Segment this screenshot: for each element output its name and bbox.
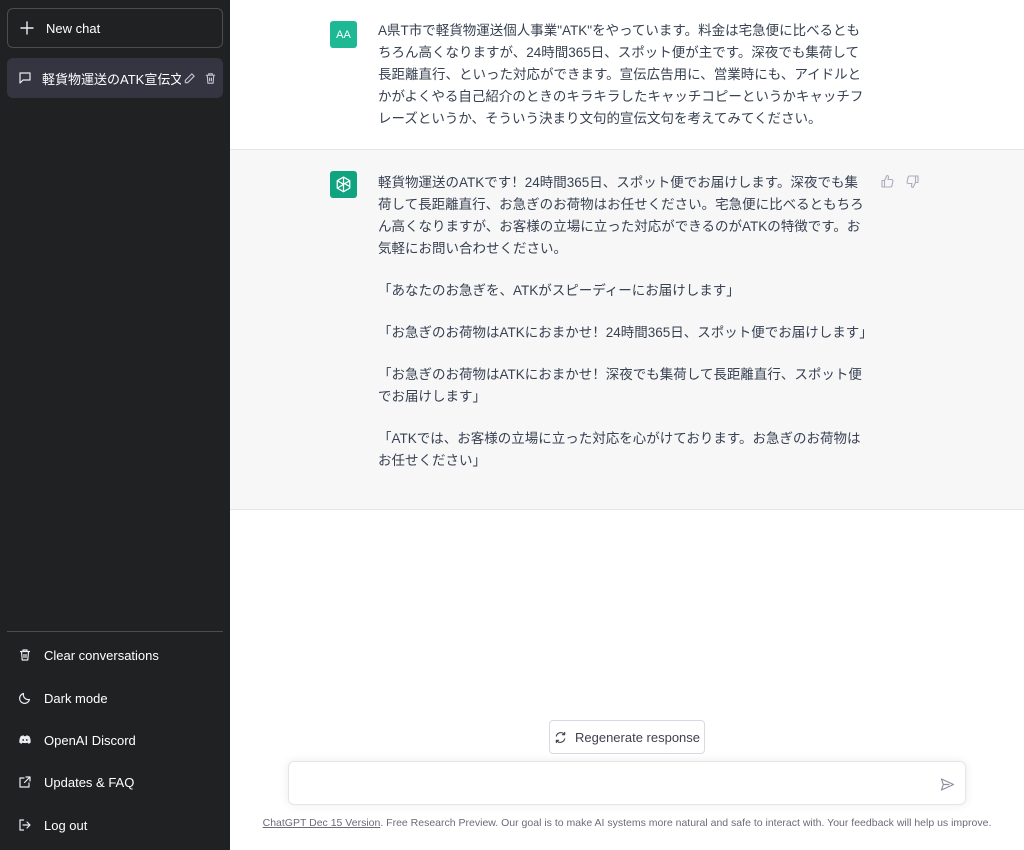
sidebar-divider [7,631,223,632]
dark-mode-button[interactable]: Dark mode [7,678,223,718]
plus-icon [20,21,34,35]
footer: ChatGPT Dec 15 Version. Free Research Pr… [230,817,1024,829]
chat-main: AA A県T市で軽貨物運送個人事業"ATK"をやっています。料金は宅急便に比べる… [230,0,1024,850]
regenerate-response-button[interactable]: Regenerate response [549,720,705,754]
trash-icon[interactable] [202,70,218,86]
external-link-icon [18,775,32,789]
sidebar: New chat 軽貨物運送のATK宣伝文 Clear conversation… [0,0,230,850]
thumbs-down-icon[interactable] [905,174,920,189]
openai-logo-icon [330,171,357,198]
logout-label: Log out [44,817,88,833]
discord-label: OpenAI Discord [44,732,136,748]
assistant-paragraph: 「あなたのお急ぎを、ATKがスピーディーにお届けします」 [378,283,740,298]
chat-bubble-icon [18,71,32,85]
send-icon[interactable] [940,777,955,792]
new-chat-label: New chat [46,20,101,36]
updates-faq-label: Updates & FAQ [44,774,135,790]
user-message-text: A県T市で軽貨物運送個人事業"ATK"をやっています。料金は宅急便に比べるともち… [378,23,864,126]
clear-conversations-label: Clear conversations [44,647,159,663]
regenerate-label: Regenerate response [574,729,701,745]
feedback-buttons [880,174,920,189]
discord-link[interactable]: OpenAI Discord [7,720,223,760]
conversation-item[interactable]: 軽貨物運送のATK宣伝文 [7,58,223,98]
assistant-paragraph: 「ATKでは、お客様の立場に立った対応を心がけております。お急ぎのお荷物はお任せ… [378,431,861,468]
user-message: AA A県T市で軽貨物運送個人事業"ATK"をやっています。料金は宅急便に比べる… [230,0,1024,150]
assistant-paragraph: 軽貨物運送のATKです！24時間365日、スポット便でお届けします。深夜でも集荷… [378,175,864,256]
conversation-title: 軽貨物運送のATK宣伝文 [42,71,181,87]
new-chat-button[interactable]: New chat [7,8,223,48]
dark-mode-label: Dark mode [44,690,108,706]
assistant-paragraph: 「お急ぎのお荷物はATKにおまかせ！深夜でも集荷して長距離直行、スポット便でお届… [378,367,862,404]
trash-icon [18,648,32,662]
message-input[interactable] [303,774,923,794]
footer-text: . Free Research Preview. Our goal is to … [380,817,992,829]
refresh-icon [554,731,567,744]
discord-icon [18,733,32,747]
logout-button[interactable]: Log out [7,805,223,845]
assistant-paragraph: 「お急ぎのお荷物はATKにおまかせ！24時間365日、スポット便でお届けします」 [378,325,873,340]
moon-icon [18,691,32,705]
logout-icon [18,818,32,832]
message-composer [288,761,966,805]
user-avatar: AA [330,21,357,48]
version-link[interactable]: ChatGPT Dec 15 Version [263,817,381,829]
updates-faq-link[interactable]: Updates & FAQ [7,762,223,802]
assistant-message-text: 軽貨物運送のATKです！24時間365日、スポット便でお届けします。深夜でも集荷… [378,172,873,492]
edit-icon[interactable] [181,70,197,86]
thumbs-up-icon[interactable] [880,174,895,189]
clear-conversations-button[interactable]: Clear conversations [7,635,223,675]
assistant-message: 軽貨物運送のATKです！24時間365日、スポット便でお届けします。深夜でも集荷… [230,150,1024,510]
